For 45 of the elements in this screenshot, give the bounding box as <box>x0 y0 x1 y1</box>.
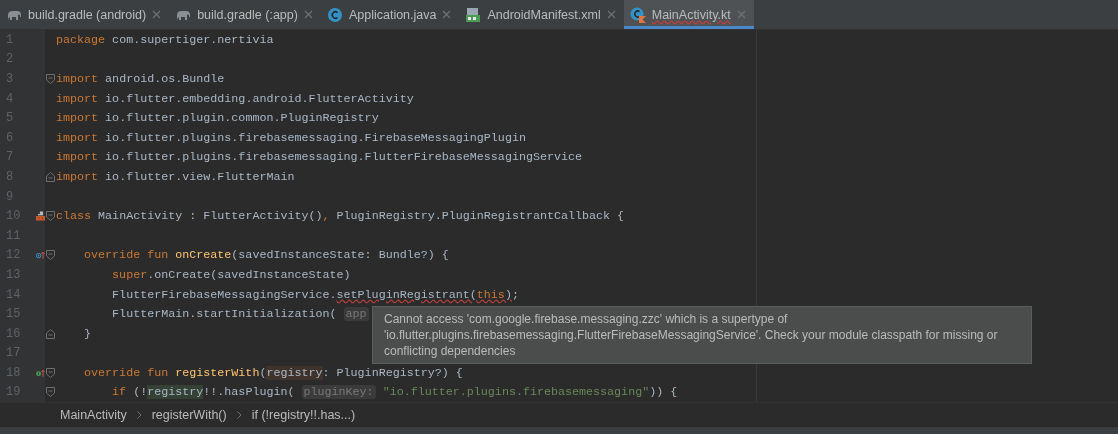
code-line: import io.flutter.embedding.android.FlutterActivity <box>56 91 414 106</box>
close-icon[interactable] <box>442 10 452 19</box>
manifest-icon <box>465 6 482 23</box>
editor-tab[interactable]: MainActivity.kt <box>623 0 754 29</box>
code-line: override fun onCreate(savedInstanceState: Bundle?) { <box>83 248 449 263</box>
code-line: if (!registry!!.hasPlugin( pluginKey: "io.flutter.plugins.firebasemessaging")) { <box>111 385 678 400</box>
code-line: import io.flutter.plugin.common.PluginRegistry <box>56 111 379 126</box>
chevron-icon <box>136 411 142 419</box>
class-marker-icon <box>36 209 45 224</box>
close-icon[interactable] <box>152 10 162 19</box>
elephant-icon <box>175 8 192 21</box>
fold-icon[interactable] <box>46 387 55 398</box>
code-line: override fun registerWith(registry: PluginRegistry?) { <box>83 365 463 380</box>
code-line: import io.flutter.view.FlutterMain <box>56 169 295 184</box>
editor-tab[interactable]: build.gradle (:app) <box>169 0 321 29</box>
overrides-icon <box>36 249 45 262</box>
fold-icon[interactable] <box>46 250 55 261</box>
kotlin-class-icon <box>629 6 646 23</box>
close-icon[interactable] <box>606 10 616 19</box>
code-line: import android.os.Bundle <box>56 72 225 86</box>
fold-icon[interactable] <box>46 328 55 339</box>
breadcrumb[interactable]: registerWith() <box>151 408 227 422</box>
chevron-icon <box>236 411 242 419</box>
code-line: super.onCreate(savedInstanceState) <box>111 267 351 282</box>
code-line: package com.supertiger.nertivia <box>56 32 274 47</box>
class-icon <box>326 6 343 23</box>
breadcrumb[interactable]: MainActivity <box>60 408 127 422</box>
editor-tab[interactable]: AndroidManifest.xml <box>459 0 624 29</box>
code-line: FlutterMain.startInitialization( app <box>111 307 369 322</box>
editor-tab[interactable]: build.gradle (android) <box>0 0 170 29</box>
fold-icon[interactable] <box>46 171 55 182</box>
fold-icon[interactable] <box>46 74 55 84</box>
code-line: import io.flutter.plugins.firebasemessaging.FlutterFirebaseMessagingService <box>56 150 583 165</box>
fold-icon[interactable] <box>46 367 55 378</box>
editor-tab[interactable]: Application.java <box>320 0 460 29</box>
error-tooltip: Cannot access 'com.google.firebase.messaging.zzc' which is a supertype of 'io.flutter.plugins.firebasemessaging.FlutterFirebaseMessagingService'. Check your module classpath for missing or conflicting dependencies <box>372 306 1032 364</box>
code-line: } <box>83 326 92 341</box>
code-line: FlutterFirebaseMessagingService.setPluginRegistrant(this); <box>111 287 519 302</box>
close-icon[interactable] <box>303 10 313 19</box>
code-line: class MainActivity : FlutterActivity(), PluginRegistry.PluginRegistrantCallback { <box>56 209 625 224</box>
elephant-icon <box>6 8 22 21</box>
code-line: import io.flutter.plugins.firebasemessaging.FirebaseMessagingPlugin <box>56 130 526 145</box>
close-icon[interactable] <box>736 10 746 19</box>
fold-icon[interactable] <box>46 211 55 222</box>
breadcrumb[interactable]: if (!registry!!.has...) <box>251 408 356 422</box>
